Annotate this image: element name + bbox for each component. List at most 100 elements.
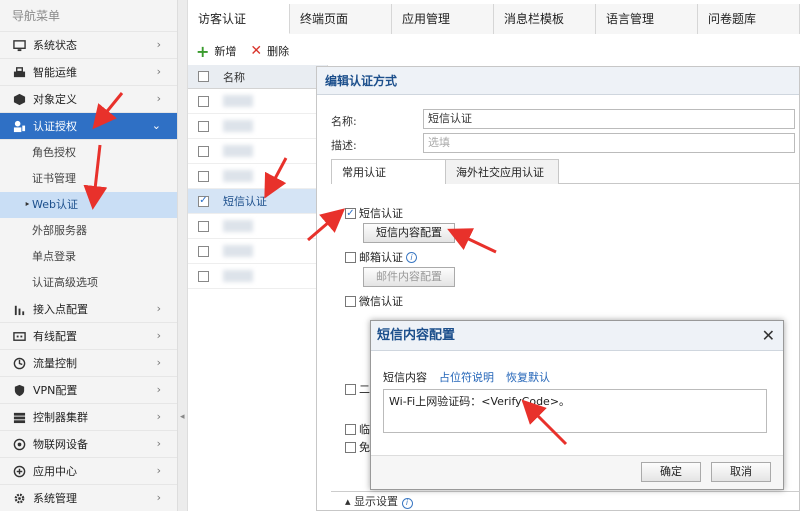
- row-checkbox-checked[interactable]: ✓: [198, 195, 209, 207]
- display-settings-section[interactable]: ▴ 显示设置 i: [331, 491, 800, 511]
- sidebar-item-object-definition[interactable]: 对象定义 ›: [0, 86, 177, 113]
- sidebar-splitter[interactable]: ◂: [178, 0, 188, 511]
- sidebar-subitem-role-auth[interactable]: 角色授权: [0, 140, 177, 166]
- auth-method-table: 名称 ✓ 短信认证: [188, 65, 328, 511]
- row-checkbox[interactable]: [198, 120, 209, 132]
- tab-app-management[interactable]: 应用管理: [392, 4, 494, 34]
- select-all-checkbox[interactable]: [198, 71, 209, 82]
- sidebar-subitem-external-server[interactable]: 外部服务器: [0, 218, 177, 244]
- chevron-right-icon: ›: [156, 491, 161, 504]
- sidebar-item-label: 有线配置: [33, 330, 77, 343]
- table-row[interactable]: [188, 239, 327, 264]
- tab-message-template[interactable]: 消息栏模板: [494, 4, 596, 34]
- app-center-icon: [12, 464, 26, 478]
- tab-guest-auth[interactable]: 访客认证: [188, 4, 290, 34]
- delete-button[interactable]: ✕ 删除: [250, 43, 289, 59]
- chevron-right-icon: ›: [156, 302, 161, 315]
- row-checkbox[interactable]: [198, 270, 209, 282]
- sidebar-item-label: 流量控制: [33, 357, 77, 370]
- delete-button-label: 删除: [267, 45, 290, 58]
- table-row[interactable]: [188, 114, 327, 139]
- row-checkbox[interactable]: [198, 220, 209, 232]
- sidebar-subitem-sso[interactable]: 单点登录: [0, 244, 177, 270]
- email-content-config-button[interactable]: 邮件内容配置: [363, 267, 455, 287]
- sidebar-item-smart-ops[interactable]: 智能运维 ›: [0, 59, 177, 86]
- row-checkbox[interactable]: [198, 145, 209, 157]
- tab-overseas-social-auth[interactable]: 海外社交应用认证: [445, 159, 559, 184]
- sidebar-item-system-status[interactable]: 系统状态 ›: [0, 32, 177, 59]
- column-name-header: 名称: [223, 70, 245, 84]
- checkbox-unchecked[interactable]: [345, 295, 356, 307]
- partial-checkbox-temp[interactable]: 临: [345, 421, 370, 437]
- wechat-auth-checkbox[interactable]: 微信认证: [345, 293, 403, 309]
- table-row[interactable]: [188, 139, 327, 164]
- sidebar-subitem-auth-advanced[interactable]: 认证高级选项: [0, 270, 177, 296]
- redacted-text: [223, 95, 253, 107]
- sidebar-item-label: 对象定义: [33, 93, 77, 106]
- placeholder-help-link[interactable]: 占位符说明: [439, 369, 494, 385]
- table-row[interactable]: [188, 264, 327, 289]
- checkbox-unchecked[interactable]: [345, 423, 356, 435]
- checkbox-unchecked[interactable]: [345, 251, 356, 263]
- sidebar-item-system-management[interactable]: 系统管理 ›: [0, 485, 177, 511]
- sidebar-item-flow-control[interactable]: 流量控制 ›: [0, 350, 177, 377]
- tab-questionnaire[interactable]: 问卷题库: [698, 4, 800, 34]
- table-row[interactable]: [188, 164, 327, 189]
- sidebar-item-auth[interactable]: 认证授权 ⌄: [0, 113, 177, 140]
- name-input[interactable]: 短信认证: [423, 109, 795, 129]
- restore-default-link[interactable]: 恢复默认: [506, 369, 550, 385]
- sidebar-item-controller-cluster[interactable]: 控制器集群 ›: [0, 404, 177, 431]
- ok-button[interactable]: 确定: [641, 462, 701, 482]
- gear-icon: [12, 491, 26, 505]
- description-input[interactable]: 选填: [423, 133, 795, 153]
- chevron-right-icon: ›: [156, 38, 161, 51]
- row-checkbox[interactable]: [198, 95, 209, 107]
- redacted-text: [223, 245, 253, 257]
- partial-checkbox-two[interactable]: 二: [345, 381, 370, 397]
- chevron-right-icon: ›: [156, 437, 161, 450]
- table-row-selected[interactable]: ✓ 短信认证: [188, 189, 327, 214]
- sidebar-title: 导航菜单: [0, 0, 177, 32]
- table-header: 名称: [188, 65, 327, 89]
- sms-content-config-button[interactable]: 短信内容配置: [363, 223, 455, 243]
- tab-common-auth[interactable]: 常用认证: [331, 159, 446, 184]
- checkbox-unchecked[interactable]: [345, 441, 356, 453]
- sidebar-item-app-center[interactable]: 应用中心 ›: [0, 458, 177, 485]
- redacted-text: [223, 270, 253, 282]
- email-auth-checkbox[interactable]: 邮箱认证 i: [345, 249, 417, 265]
- row-checkbox[interactable]: [198, 170, 209, 182]
- sidebar-item-label: 智能运维: [33, 66, 77, 79]
- tab-language[interactable]: 语言管理: [596, 4, 698, 34]
- chevron-right-icon: ›: [156, 410, 161, 423]
- sms-content-textarea[interactable]: Wi-Fi上网验证码：<VerifyCode>。: [383, 389, 767, 433]
- add-button[interactable]: + 新增: [196, 42, 236, 61]
- table-row[interactable]: [188, 89, 327, 114]
- user-key-icon: [12, 119, 26, 133]
- cube-icon: [12, 92, 26, 106]
- tab-terminal-page[interactable]: 终端页面: [290, 4, 392, 34]
- info-icon[interactable]: i: [401, 497, 413, 509]
- sidebar-item-wired-config[interactable]: 有线配置 ›: [0, 323, 177, 350]
- table-row[interactable]: [188, 214, 327, 239]
- dialog-link-row: 短信内容 占位符说明 恢复默认: [383, 369, 550, 385]
- partial-label-temp: 临: [359, 423, 370, 436]
- info-icon[interactable]: i: [406, 251, 417, 263]
- collapse-arrow-icon[interactable]: ◂: [180, 412, 185, 422]
- sidebar-item-iot-devices[interactable]: 物联网设备 ›: [0, 431, 177, 458]
- sidebar-item-ap-config[interactable]: 接入点配置 ›: [0, 296, 177, 323]
- panel-title: 编辑认证方式: [317, 67, 799, 95]
- checkbox-checked[interactable]: ✓: [345, 207, 356, 219]
- dialog-header: 短信内容配置 ✕: [371, 321, 783, 351]
- sms-auth-checkbox[interactable]: ✓ 短信认证: [345, 205, 403, 221]
- checkbox-unchecked[interactable]: [345, 383, 356, 395]
- row-checkbox[interactable]: [198, 245, 209, 257]
- sidebar: 导航菜单 系统状态 › 智能运维 › 对象定义 › 认证授权 ⌄ 角色授权 证书…: [0, 0, 178, 511]
- sidebar-subitem-web-auth[interactable]: Web认证: [0, 192, 177, 218]
- partial-checkbox-free[interactable]: 免: [345, 439, 370, 455]
- sidebar-subitem-cert[interactable]: 证书管理: [0, 166, 177, 192]
- sidebar-item-vpn[interactable]: VPN配置 ›: [0, 377, 177, 404]
- sidebar-item-label: 应用中心: [33, 465, 77, 478]
- plus-icon: +: [196, 41, 210, 61]
- cancel-button[interactable]: 取消: [711, 462, 771, 482]
- close-icon[interactable]: ✕: [762, 321, 775, 351]
